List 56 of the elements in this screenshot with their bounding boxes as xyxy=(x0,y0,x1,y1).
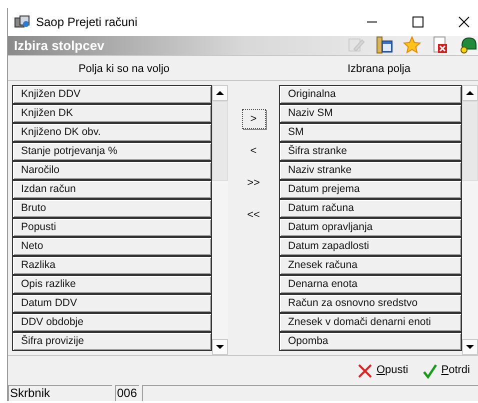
star-icon[interactable] xyxy=(403,36,421,54)
list-item[interactable]: Knjižen DDV xyxy=(12,84,212,104)
panel-title: Izbira stolpcev xyxy=(14,36,104,55)
list-item[interactable]: Naročilo xyxy=(12,160,212,180)
list-item[interactable]: SM xyxy=(279,122,462,142)
list-item[interactable]: Razlika xyxy=(12,256,212,275)
status-field: Skrbnik xyxy=(8,385,112,401)
list-item[interactable]: Naziv stranke xyxy=(279,160,462,180)
list-item[interactable]: Šifra stranke xyxy=(279,142,462,161)
column-heading: Izbrana polja xyxy=(348,62,410,78)
list-item[interactable]: Datum zapadlosti xyxy=(279,236,462,256)
confirm-button[interactable]: Potrdi xyxy=(422,362,470,379)
list-item[interactable]: Datum računa xyxy=(279,198,462,218)
cancel-button[interactable]: Opusti xyxy=(357,362,408,379)
list-item[interactable]: Račun za osnovno sredstvo xyxy=(279,294,462,313)
list-item[interactable]: Bruto xyxy=(12,198,212,218)
scroll-up-icon[interactable] xyxy=(462,84,478,101)
scrollbar-thumb[interactable] xyxy=(462,100,478,181)
status-field: 006 xyxy=(115,385,139,401)
list-item[interactable]: Datum DDV xyxy=(12,294,212,313)
list-item[interactable]: Opis razlike xyxy=(12,274,212,294)
list-item[interactable]: Znesek v domači denarni enoti xyxy=(279,312,462,332)
cancel-icon xyxy=(357,362,374,379)
list-item[interactable]: Neto xyxy=(12,236,212,256)
app-icon xyxy=(14,14,30,29)
list-item[interactable]: Stanje potrjevanja % xyxy=(12,142,212,161)
transfer-button[interactable]: >> xyxy=(242,172,266,193)
close-icon[interactable] xyxy=(458,16,470,28)
list-item[interactable]: Originalna xyxy=(279,84,462,104)
check-icon xyxy=(422,362,438,379)
columns-icon[interactable] xyxy=(375,36,393,54)
transfer-button[interactable]: << xyxy=(242,204,266,225)
scroll-down-icon[interactable] xyxy=(212,338,228,355)
list-item[interactable]: Znesek računa xyxy=(279,256,462,275)
list-item[interactable]: Datum prejema xyxy=(279,180,462,199)
list-item[interactable]: Datum opravljanja xyxy=(279,218,462,237)
transfer-button[interactable]: > xyxy=(242,108,266,129)
scroll-up-icon[interactable] xyxy=(212,84,228,101)
list-item[interactable]: Denarna enota xyxy=(279,274,462,294)
list-item[interactable]: Opomba xyxy=(279,332,462,351)
list-item[interactable]: Knjižen DK xyxy=(12,104,212,123)
window-title: Saop Prejeti računi xyxy=(36,14,138,31)
delete-icon[interactable] xyxy=(431,36,449,54)
maximize-icon[interactable] xyxy=(412,16,424,28)
scrollbar[interactable] xyxy=(212,84,228,355)
scroll-down-icon[interactable] xyxy=(462,338,478,355)
scrollbar[interactable] xyxy=(462,84,478,355)
list-item[interactable]: Popusti xyxy=(12,218,212,237)
list-item[interactable]: Naziv SM xyxy=(279,104,462,123)
column-heading: Polja ki so na voljo xyxy=(78,62,170,78)
transfer-button[interactable]: < xyxy=(242,140,266,161)
list-item[interactable]: Šifra provizije xyxy=(12,332,212,351)
list-item[interactable]: Knjiženo DK obv. xyxy=(12,122,212,142)
scrollbar-thumb[interactable] xyxy=(212,100,228,181)
list-item[interactable]: Izdan račun xyxy=(12,180,212,199)
list-item[interactable]: DDV obdobje xyxy=(12,312,212,332)
